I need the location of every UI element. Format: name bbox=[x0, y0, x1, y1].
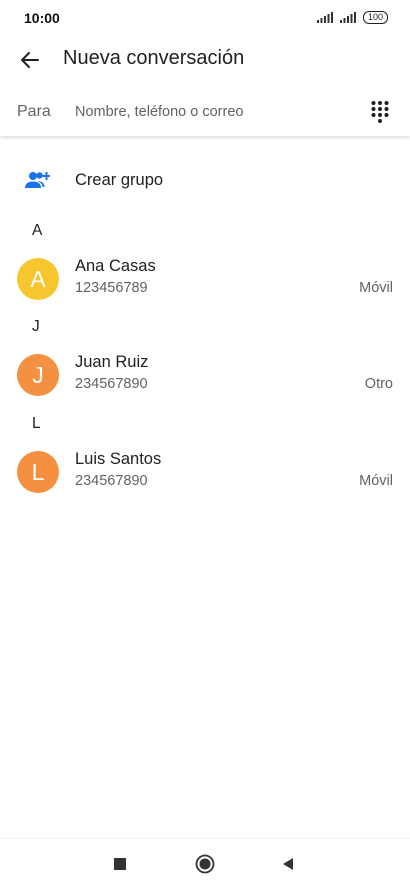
create-group-button[interactable]: Crear grupo bbox=[0, 160, 410, 204]
contact-phone: 234567890 bbox=[75, 376, 148, 392]
recipient-row: Para bbox=[0, 88, 410, 136]
dialpad-icon bbox=[371, 101, 389, 123]
section-header-j: J bbox=[32, 318, 40, 335]
avatar: L bbox=[17, 451, 59, 493]
arrow-back-icon bbox=[21, 52, 39, 68]
contact-phone: 234567890 bbox=[75, 473, 148, 489]
back-nav-button[interactable] bbox=[277, 853, 299, 875]
status-icons: 100 bbox=[316, 11, 388, 24]
battery-icon: 100 bbox=[362, 11, 388, 24]
page-title: Nueva conversación bbox=[63, 47, 245, 69]
contact-name: Ana Casas bbox=[75, 257, 156, 275]
signal-icon bbox=[339, 12, 356, 23]
contact-phone-type: Móvil bbox=[359, 280, 393, 296]
section-header-l: L bbox=[32, 415, 41, 432]
status-bar: 10:00 100 bbox=[0, 0, 410, 36]
contact-item[interactable]: L Luis Santos 234567890 Móvil bbox=[0, 444, 410, 502]
dialpad-button[interactable] bbox=[366, 98, 394, 126]
contact-item[interactable]: A Ana Casas 123456789 Móvil bbox=[0, 251, 410, 309]
contact-phone-type: Móvil bbox=[359, 473, 393, 489]
group-add-icon bbox=[25, 172, 50, 188]
back-triangle-icon bbox=[283, 858, 293, 870]
status-time: 10:00 bbox=[24, 10, 60, 26]
recents-square-icon bbox=[114, 858, 126, 870]
contact-phone: 123456789 bbox=[75, 280, 148, 296]
contact-name: Juan Ruiz bbox=[75, 353, 149, 371]
recents-button[interactable] bbox=[109, 853, 131, 875]
home-button[interactable] bbox=[194, 853, 216, 875]
signal-icon bbox=[316, 12, 333, 23]
home-circle-icon bbox=[195, 854, 215, 874]
app-bar: Nueva conversación bbox=[0, 36, 410, 82]
back-button[interactable] bbox=[14, 44, 46, 76]
system-nav-bar bbox=[0, 838, 410, 889]
create-group-label: Crear grupo bbox=[75, 171, 164, 189]
avatar: J bbox=[17, 354, 59, 396]
to-label: Para bbox=[17, 103, 51, 120]
contact-item[interactable]: J Juan Ruiz 234567890 Otro bbox=[0, 347, 410, 405]
avatar: A bbox=[17, 258, 59, 300]
contact-phone-type: Otro bbox=[364, 376, 393, 392]
contact-name: Luis Santos bbox=[75, 450, 162, 468]
recipient-input[interactable] bbox=[73, 98, 357, 126]
section-header-a: A bbox=[32, 222, 43, 239]
